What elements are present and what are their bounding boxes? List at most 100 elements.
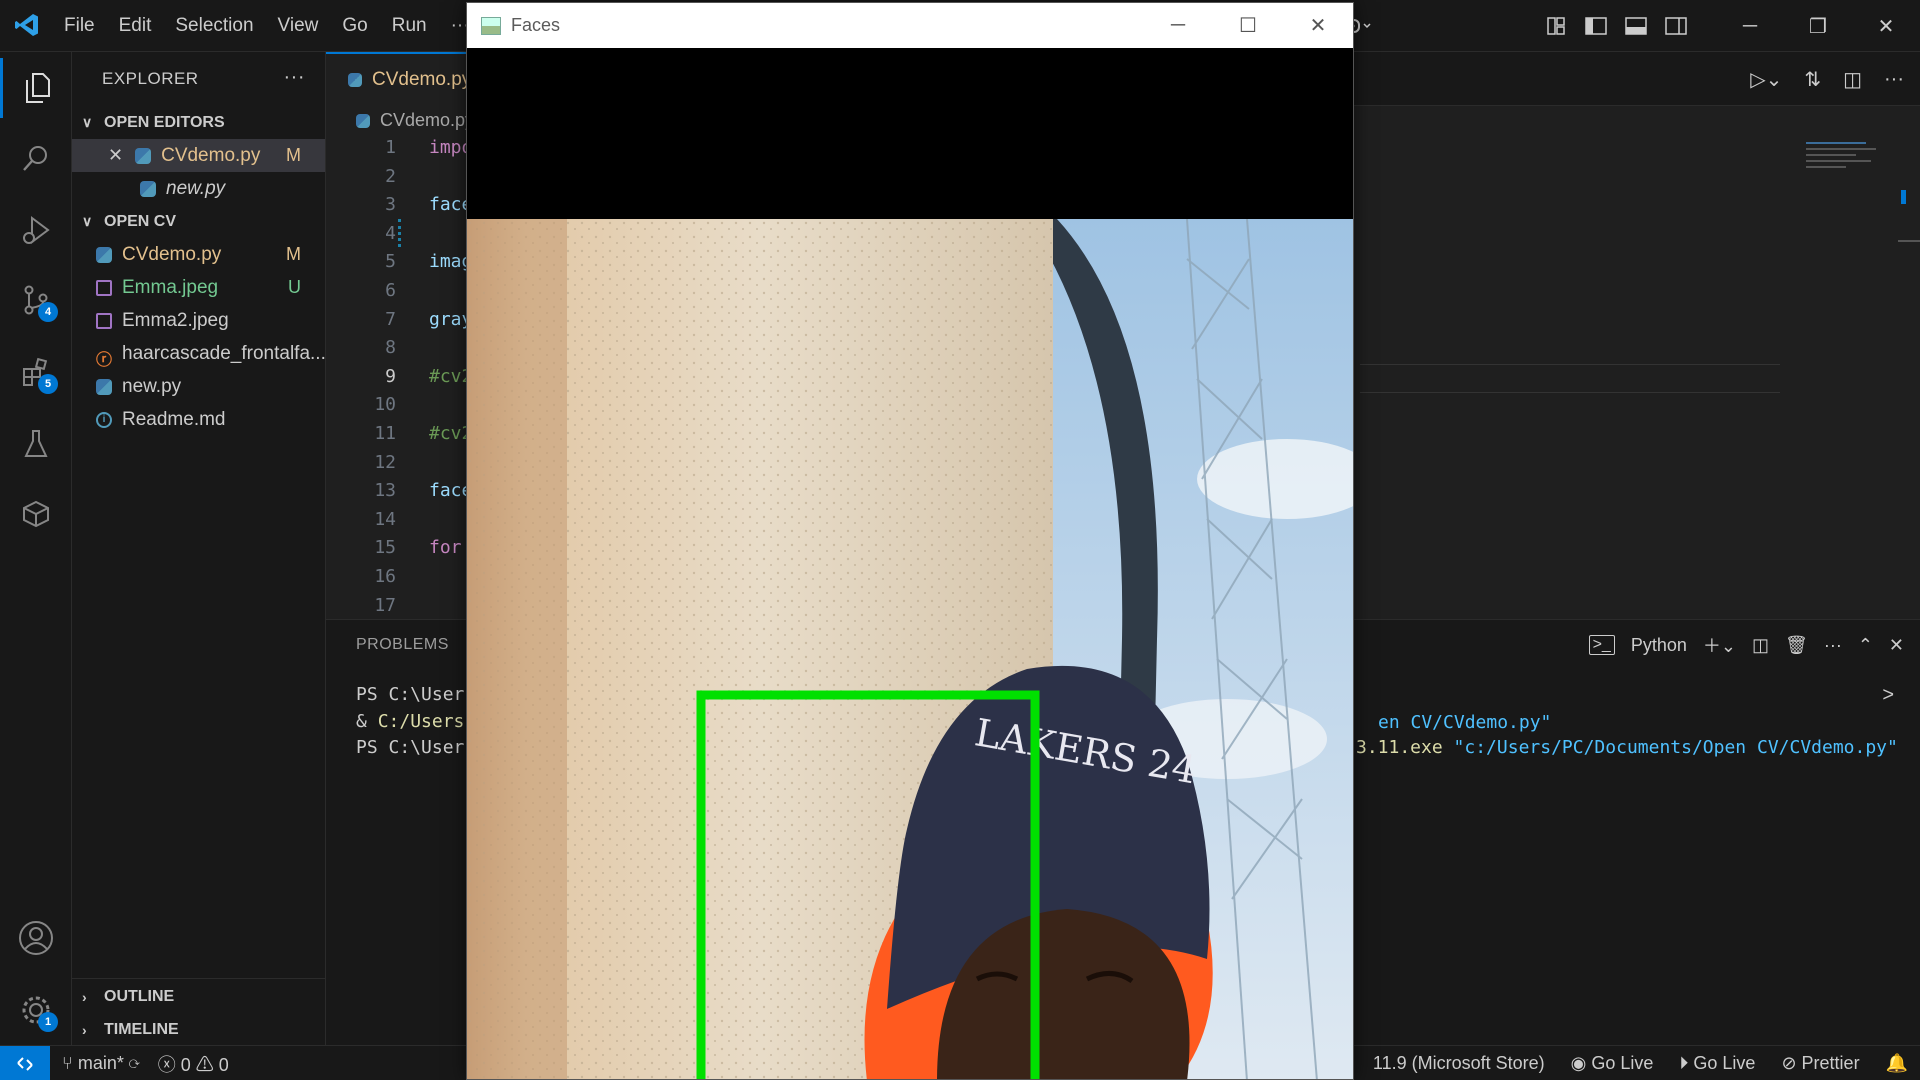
- open-editors-section[interactable]: ∨ OPEN EDITORS: [72, 106, 325, 139]
- terminal-chevron-icon[interactable]: >: [1882, 684, 1894, 707]
- faces-window-titlebar[interactable]: Faces ─ ☐ ✕: [467, 3, 1353, 48]
- go-live-status[interactable]: ⏵ Go Live: [1679, 1053, 1755, 1074]
- settings-badge: 1: [38, 1012, 58, 1032]
- vscode-logo-icon: [15, 14, 38, 36]
- breadcrumb[interactable]: CVdemo.py: [356, 110, 474, 131]
- new-terminal-icon[interactable]: ＋⌄: [1703, 632, 1736, 658]
- maximize-panel-icon[interactable]: ⌃: [1858, 635, 1873, 656]
- menu-go[interactable]: Go: [330, 0, 379, 52]
- file-item[interactable]: Emma.jpeg U: [72, 271, 325, 304]
- testing-icon[interactable]: [0, 414, 72, 474]
- source-control-badge: 4: [38, 302, 58, 322]
- menu-edit[interactable]: Edit: [107, 0, 164, 52]
- toggle-primary-sidebar-icon[interactable]: [1576, 0, 1616, 52]
- menu-file[interactable]: File: [52, 0, 107, 52]
- remote-explorer-icon[interactable]: [0, 484, 72, 544]
- file-item[interactable]: i Readme.md: [72, 403, 325, 436]
- faces-maximize-icon[interactable]: ☐: [1213, 3, 1283, 48]
- folder-section[interactable]: ∨ OPEN CV: [72, 205, 325, 238]
- minimap-guide: [1360, 392, 1780, 393]
- line-number-gutter: 1 2 3 4 5 6 7 8 9 10 11 12 13 14 15 16 1…: [326, 134, 396, 620]
- timeline-section[interactable]: › TIMELINE: [72, 1013, 326, 1046]
- open-editor-item[interactable]: ✕ CVdemo.py M: [72, 139, 325, 172]
- toggle-secondary-sidebar-icon[interactable]: [1656, 0, 1696, 52]
- warning-icon: ⚠: [195, 1054, 214, 1075]
- minimap-guide: [1360, 364, 1780, 365]
- editor-actions: ▷⌄ ⇅ ◫ ···: [1750, 52, 1904, 106]
- close-icon[interactable]: ✕: [1852, 0, 1920, 52]
- file-item[interactable]: new.py: [72, 370, 325, 403]
- restore-icon[interactable]: ❐: [1784, 0, 1852, 52]
- faces-image: LAKERS 24: [467, 219, 1353, 1079]
- explorer-more-button[interactable]: ···: [284, 66, 305, 89]
- terminal-name[interactable]: Python: [1631, 635, 1687, 656]
- notifications-bell-icon[interactable]: 🔔: [1886, 1053, 1908, 1074]
- faces-window[interactable]: Faces ─ ☐ ✕ LAKERS 24: [466, 2, 1354, 1080]
- tab-problems[interactable]: PROBLEMS: [356, 636, 449, 654]
- prettier-status[interactable]: ⊘ Prettier: [1781, 1053, 1859, 1074]
- line-number: 16: [374, 565, 396, 587]
- scrollbar-marker: [1901, 190, 1906, 204]
- minimap[interactable]: [1806, 138, 1906, 198]
- settings-gear-icon[interactable]: 1: [0, 980, 72, 1040]
- run-python-file-icon[interactable]: ▷⌄: [1750, 67, 1782, 92]
- python-file-icon: [96, 378, 112, 395]
- search-icon[interactable]: [0, 128, 72, 188]
- panel-more-icon[interactable]: ···: [1824, 635, 1842, 656]
- explorer-icon[interactable]: [0, 58, 72, 118]
- close-icon[interactable]: ✕: [108, 145, 123, 166]
- python-interpreter-status[interactable]: 11.9 (Microsoft Store): [1373, 1053, 1545, 1074]
- menu-view[interactable]: View: [266, 0, 331, 52]
- problems-status[interactable]: ⓧ 0 ⚠ 0: [158, 1051, 229, 1077]
- faces-window-title: Faces: [511, 15, 561, 35]
- split-terminal-icon[interactable]: ◫: [1752, 635, 1769, 656]
- menu-selection[interactable]: Selection: [163, 0, 265, 52]
- outline-section[interactable]: › OUTLINE: [72, 980, 326, 1013]
- file-item[interactable]: CVdemo.py M: [72, 238, 325, 271]
- tab-cvdemo[interactable]: CVdemo.py: [326, 52, 486, 106]
- file-item[interactable]: Emma2.jpeg: [72, 304, 325, 337]
- scrollbar-thumb[interactable]: [1898, 240, 1920, 242]
- explorer-sidebar: EXPLORER ··· ∨ OPEN EDITORS ✕ CVdemo.py …: [72, 52, 326, 1045]
- image-file-icon: [96, 312, 112, 329]
- sync-icon[interactable]: ⟳: [129, 1053, 140, 1073]
- explorer-header: EXPLORER ···: [72, 52, 325, 106]
- close-panel-icon[interactable]: ✕: [1889, 635, 1904, 656]
- python-file-icon: [96, 246, 112, 263]
- terminal-icon: >_: [1588, 635, 1615, 655]
- go-live-status[interactable]: ◉ Go Live: [1571, 1053, 1654, 1074]
- remote-indicator-icon[interactable]: [0, 1046, 50, 1080]
- chevron-down-icon: ∨: [82, 114, 93, 130]
- split-editor-icon[interactable]: ◫: [1843, 67, 1862, 92]
- chevron-right-icon: ›: [82, 988, 87, 1005]
- open-editor-item[interactable]: new.py: [72, 172, 325, 205]
- chevron-down-icon: ∨: [82, 213, 93, 229]
- toggle-panel-icon[interactable]: [1616, 0, 1656, 52]
- title-bar-controls: ─ ❐ ✕: [1326, 0, 1920, 52]
- accounts-icon[interactable]: [0, 908, 72, 968]
- minimize-icon[interactable]: ─: [1716, 0, 1784, 52]
- line-number: 13: [374, 480, 396, 502]
- compare-changes-icon[interactable]: ⇅: [1804, 67, 1821, 92]
- faces-minimize-icon[interactable]: ─: [1143, 3, 1213, 48]
- branch-status[interactable]: ⑂ main* ⟳: [62, 1053, 140, 1074]
- source-control-icon[interactable]: 4: [0, 270, 72, 330]
- run-debug-icon[interactable]: [0, 200, 72, 260]
- line-number: 14: [374, 508, 396, 530]
- editor-more-icon[interactable]: ···: [1884, 68, 1904, 91]
- file-item[interactable]: ⓡ haarcascade_frontalfa...: [72, 337, 326, 370]
- extensions-icon[interactable]: 5: [0, 342, 72, 402]
- terminal-line: en CV/CVdemo.py": [1378, 712, 1552, 733]
- play-circle-icon: ⏵: [1679, 1053, 1694, 1073]
- menu-run[interactable]: Run: [380, 0, 439, 52]
- kill-terminal-icon[interactable]: 🗑: [1785, 635, 1808, 656]
- line-number: 8: [385, 337, 396, 359]
- line-number: 1: [385, 137, 396, 158]
- current-line-number: 9: [385, 365, 396, 387]
- line-number: 2: [385, 165, 396, 187]
- chevron-right-icon: ›: [82, 1021, 87, 1038]
- customize-layout-icon[interactable]: [1536, 0, 1576, 52]
- line-number: 7: [385, 308, 396, 330]
- faces-close-icon[interactable]: ✕: [1283, 3, 1353, 48]
- terminal-line: PS C:\User: [356, 684, 465, 705]
